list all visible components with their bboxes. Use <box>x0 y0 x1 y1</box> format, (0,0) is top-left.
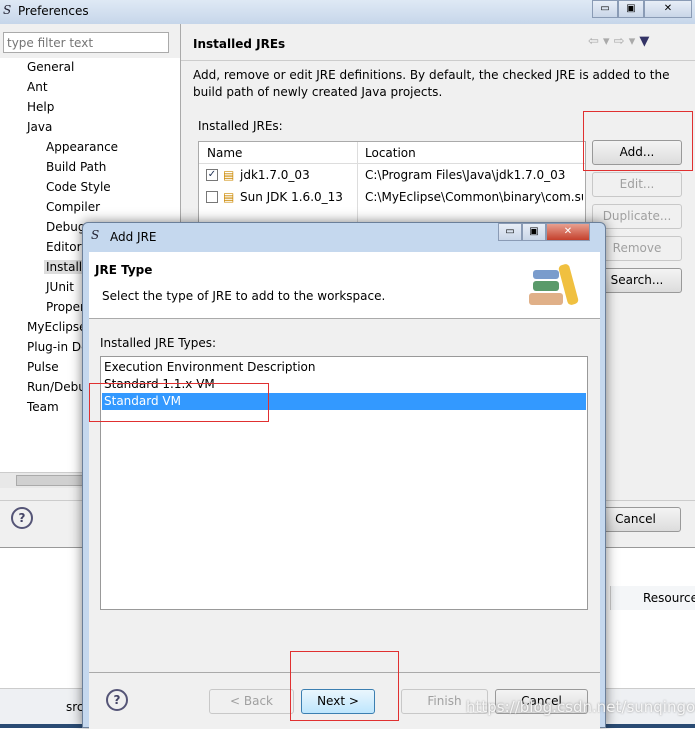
maximize-button[interactable]: ▣ <box>618 0 644 18</box>
tree-item[interactable]: Appearance <box>46 140 118 154</box>
help-icon[interactable]: ? <box>106 689 128 711</box>
page-title: Installed JREs <box>193 37 286 51</box>
books-icon <box>529 263 581 308</box>
window-title: Preferences <box>18 4 89 18</box>
page-description: Add, remove or edit JRE definitions. By … <box>193 68 670 99</box>
eclipse-icon: S <box>91 228 100 242</box>
tree-item[interactable]: JUnit <box>46 280 74 294</box>
tree-item[interactable]: Build Path <box>46 160 106 174</box>
column-header-name[interactable]: Name <box>207 146 242 160</box>
list-label: Installed JREs: <box>198 119 283 133</box>
highlight-box <box>290 651 399 721</box>
jre-icon: ▤ <box>223 168 235 182</box>
help-icon[interactable]: ? <box>11 507 33 529</box>
maximize-button[interactable]: ▣ <box>522 223 546 241</box>
checkbox-checked[interactable]: ✓ <box>206 169 218 181</box>
minimize-button[interactable]: ▭ <box>498 223 522 241</box>
watermark: https://blog.csdn.net/sunqingok <box>466 698 695 716</box>
close-button[interactable]: ✕ <box>546 223 590 241</box>
edit-button[interactable]: Edit... <box>592 172 682 197</box>
title-bar: S Preferences ▭ ▣ ✕ <box>0 0 695 24</box>
wizard-subheading: Select the type of JRE to add to the wor… <box>102 289 386 303</box>
highlight-box <box>583 111 693 171</box>
wizard-heading: JRE Type <box>95 263 153 277</box>
tree-item[interactable]: Pulse <box>27 360 59 374</box>
tree-item[interactable]: Compiler <box>46 200 100 214</box>
table-row[interactable]: ▤ Sun JDK 1.6.0_13 C:\MyEclipse\Common\b… <box>199 187 585 209</box>
eclipse-icon: S <box>3 3 12 17</box>
tree-item[interactable]: Java <box>27 120 52 134</box>
checkbox-unchecked[interactable] <box>206 191 218 203</box>
tree-item[interactable]: General <box>27 60 74 74</box>
tree-item[interactable]: Team <box>27 400 59 414</box>
minimize-button[interactable]: ▭ <box>592 0 618 18</box>
table-row[interactable]: ✓ ▤ jdk1.7.0_03 C:\Program Files\Java\jd… <box>199 165 585 187</box>
list-item[interactable]: Execution Environment Description <box>104 360 315 374</box>
tree-item[interactable]: Help <box>27 100 54 114</box>
status-text: src <box>66 700 84 714</box>
jre-icon: ▤ <box>223 190 235 204</box>
tree-item[interactable]: MyEclipse <box>27 320 87 334</box>
filter-input[interactable] <box>3 32 169 53</box>
back-button[interactable]: < Back <box>209 689 294 714</box>
close-button[interactable]: ✕ <box>644 0 692 18</box>
wizard-header: JRE Type Select the type of JRE to add t… <box>89 252 600 319</box>
resource-column-header[interactable]: Resource <box>643 591 695 605</box>
jre-table: Name Location ✓ ▤ jdk1.7.0_03 C:\Program… <box>198 141 586 231</box>
highlight-box <box>89 383 269 422</box>
dialog-title: Add JRE <box>110 230 157 244</box>
tree-item[interactable]: Editor <box>46 240 82 254</box>
types-label: Installed JRE Types: <box>100 336 217 350</box>
tree-item[interactable]: Code Style <box>46 180 111 194</box>
column-header-location[interactable]: Location <box>365 146 416 160</box>
tree-item[interactable]: Ant <box>27 80 48 94</box>
tree-item[interactable]: Debug <box>46 220 85 234</box>
nav-arrows[interactable]: ⇦ ▾ ⇨ ▾ ▼ <box>588 34 649 49</box>
